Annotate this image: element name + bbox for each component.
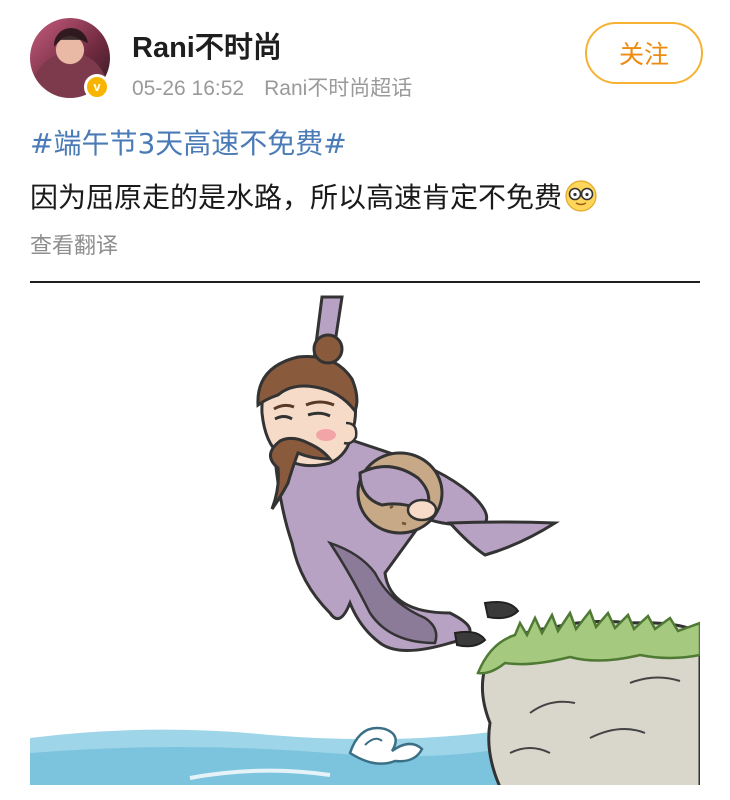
username[interactable]: Rani不时尚 (132, 24, 282, 66)
sunglasses-emoji-icon (565, 180, 597, 212)
post-text-body: 因为屈原走的是水路，所以高速肯定不免费 (30, 181, 563, 214)
view-translation-link[interactable]: 查看翻译 (30, 228, 118, 260)
hashtag-link[interactable]: #端午节3天高速不免费# (30, 122, 347, 162)
post-image[interactable] (30, 281, 700, 785)
verified-badge-icon: v (84, 74, 110, 100)
qu-yuan-jumping-illustration (30, 295, 700, 785)
source-link[interactable]: Rani不时尚超话 (264, 77, 412, 100)
timestamp: 05-26 16:52 (132, 77, 245, 100)
weibo-post: v Rani不时尚 05-26 16:52 Rani不时尚超话 关注 #端午节3天… (0, 0, 730, 800)
avatar-container[interactable]: v (30, 18, 110, 102)
post-text: 因为屈原走的是水路，所以高速肯定不免费 (30, 176, 598, 216)
post-meta: 05-26 16:52 Rani不时尚超话 (132, 72, 412, 102)
follow-button[interactable]: 关注 (585, 22, 703, 84)
